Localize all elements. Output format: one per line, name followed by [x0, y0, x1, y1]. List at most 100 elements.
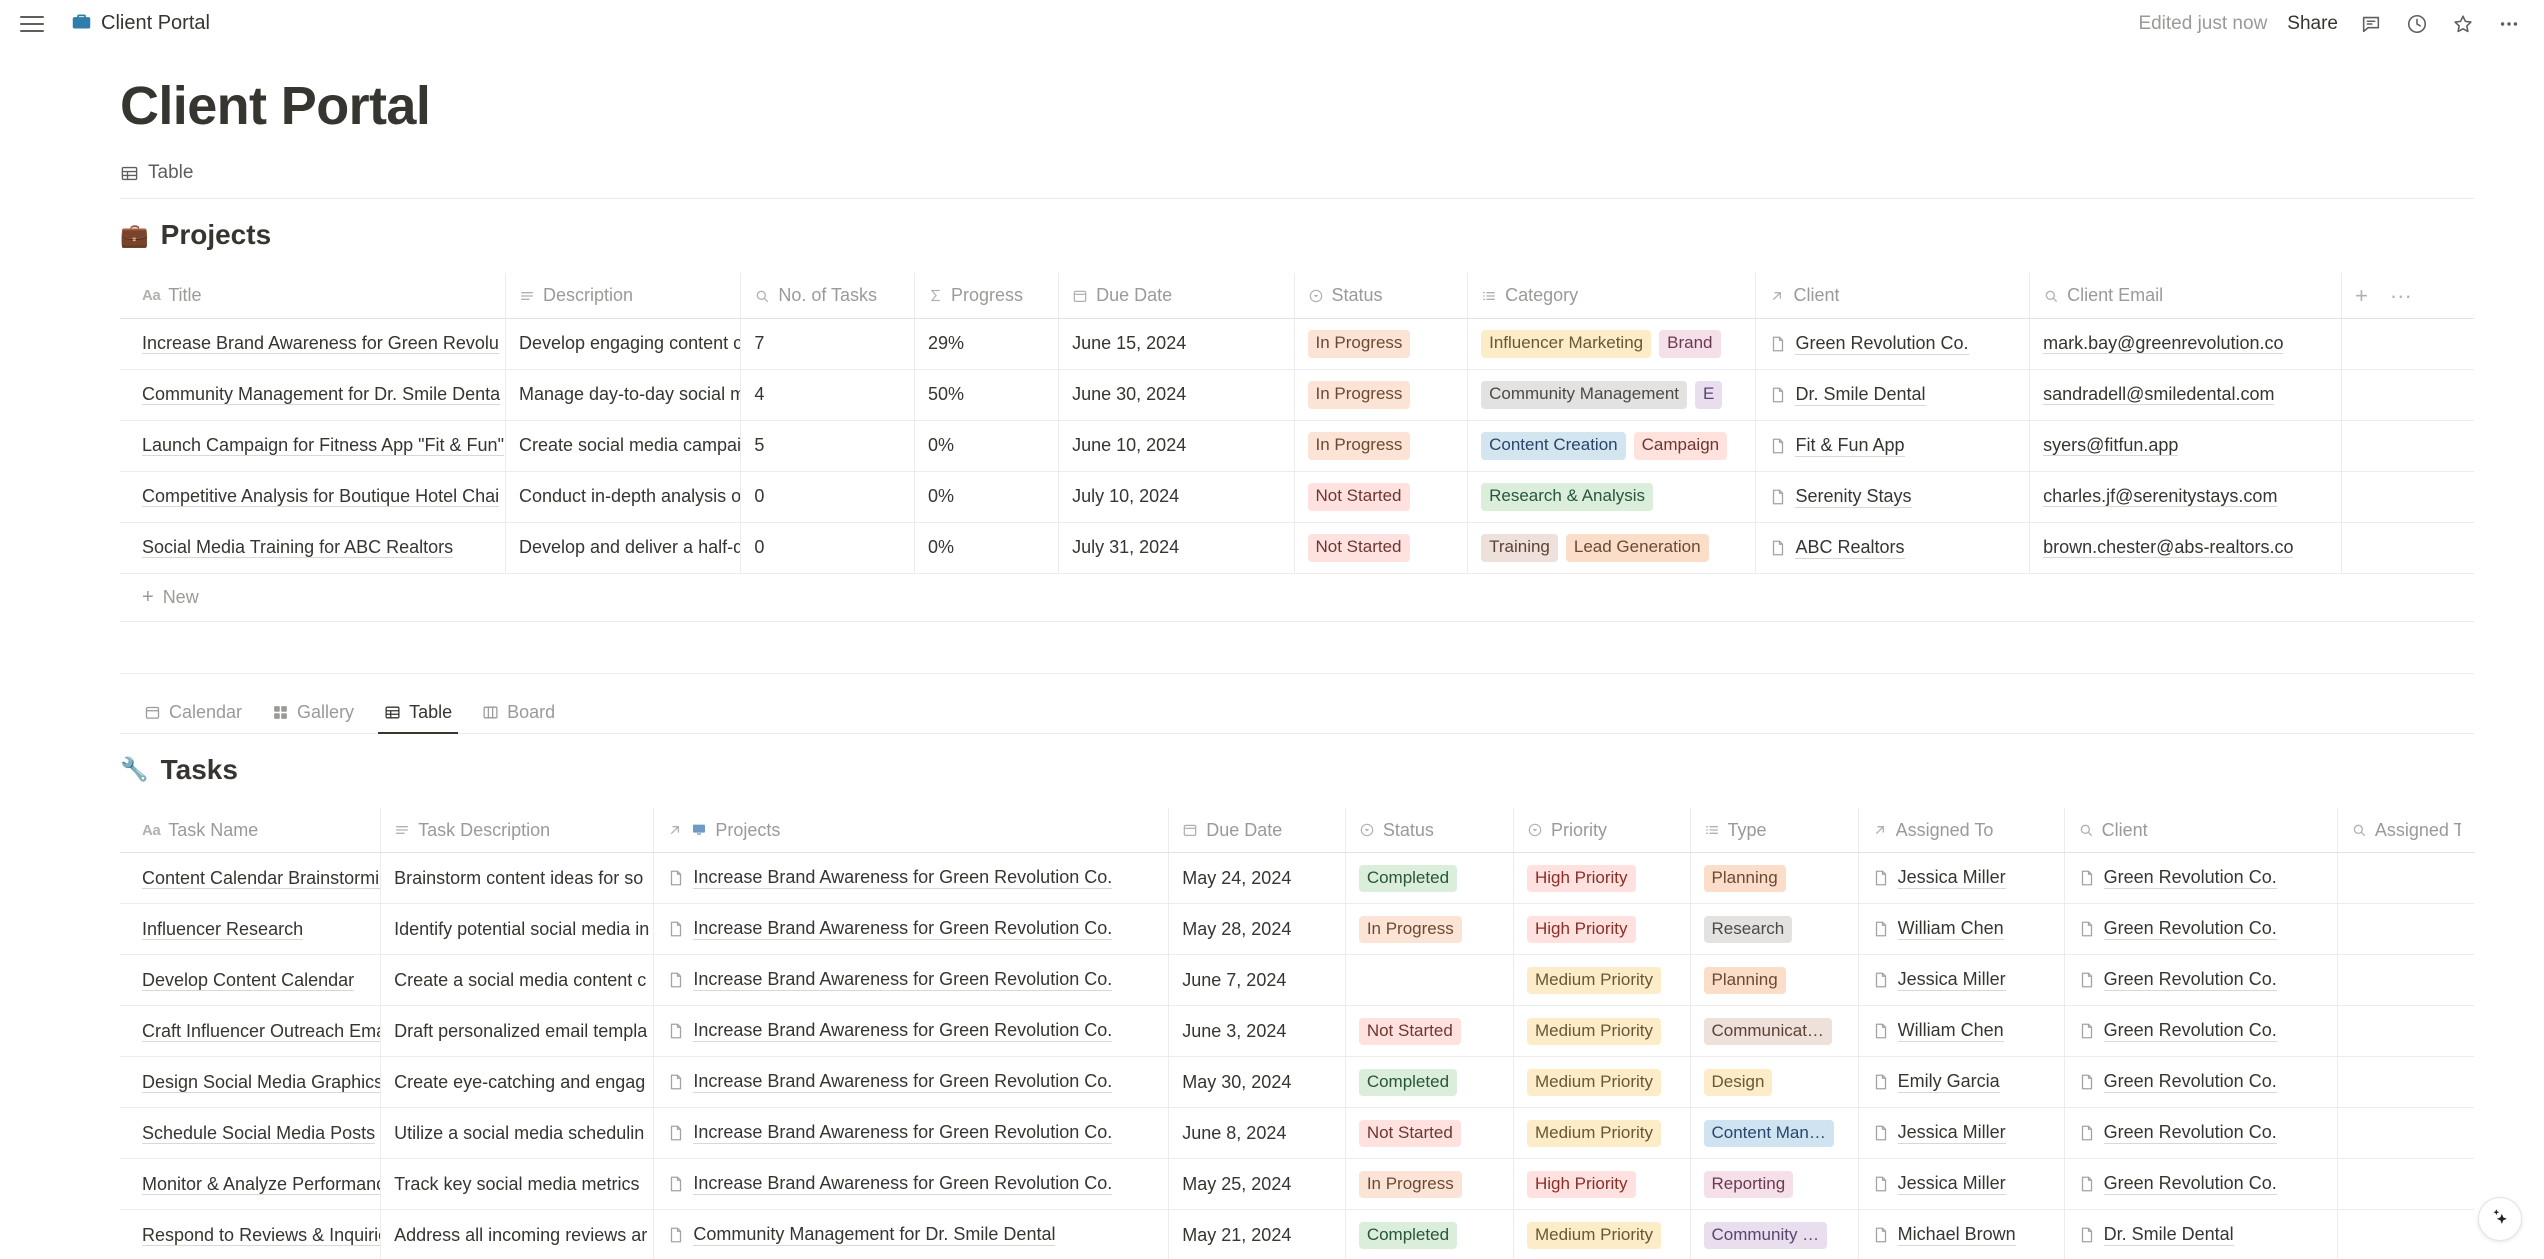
relation-cell[interactable]: Jessica Miller — [1872, 969, 2051, 992]
view-tab-gallery[interactable]: Gallery — [270, 696, 356, 733]
task-description-cell[interactable]: Create a social media content c — [380, 954, 655, 1007]
task-assigned-to-cell[interactable]: Jessica Miller — [1858, 852, 2065, 905]
projects-col-title[interactable]: Aa Title — [120, 273, 506, 319]
task-type-cell[interactable]: Research — [1690, 903, 1859, 956]
tasks-col-due-date[interactable]: Due Date — [1168, 807, 1346, 854]
task-description-cell[interactable]: Address all incoming reviews ar — [380, 1209, 655, 1259]
tag[interactable]: In Progress — [1307, 432, 1411, 460]
tag[interactable]: Medium Priority — [1526, 1017, 1662, 1046]
tag[interactable]: Campaign — [1633, 432, 1728, 460]
tag[interactable]: Planning — [1703, 864, 1786, 893]
project-title-cell[interactable]: Community Management for Dr. Smile Denta — [120, 369, 506, 421]
relation-cell[interactable]: Green Revolution Co. — [2078, 1173, 2324, 1196]
task-client-cell[interactable]: Dr. Smile Dental — [2064, 1209, 2338, 1259]
tag[interactable]: High Priority — [1526, 864, 1636, 893]
relation-cell[interactable]: Increase Brand Awareness for Green Revol… — [667, 1173, 1155, 1196]
task-assigned-to-cell[interactable]: Jessica Miller — [1858, 954, 2065, 1007]
relation-cell[interactable]: Dr. Smile Dental — [2078, 1224, 2324, 1247]
project-client-cell[interactable]: Serenity Stays — [1755, 471, 2031, 523]
task-project-cell[interactable]: Increase Brand Awareness for Green Revol… — [653, 903, 1170, 956]
table-row[interactable]: Design Social Media Graphics Create eye-c… — [120, 1056, 2474, 1109]
relation-cell[interactable]: Green Revolution Co. — [2078, 969, 2324, 992]
task-status-cell[interactable]: In Progress — [1345, 903, 1514, 956]
tasks-col-assigned-to[interactable]: Assigned To — [1858, 807, 2065, 854]
relation-cell[interactable]: Increase Brand Awareness for Green Revol… — [667, 969, 1155, 992]
projects-col-category[interactable]: Category — [1467, 273, 1757, 319]
relation-cell[interactable]: Increase Brand Awareness for Green Revol… — [667, 1122, 1155, 1145]
add-column-button[interactable]: + — [2355, 283, 2368, 309]
projects-col-client[interactable]: Client — [1755, 273, 2031, 319]
project-status-cell[interactable]: In Progress — [1294, 420, 1469, 472]
tag[interactable]: Training — [1481, 534, 1558, 562]
task-priority-cell[interactable]: Medium Priority — [1513, 1056, 1691, 1109]
relation-cell[interactable]: Green Revolution Co. — [2078, 867, 2324, 890]
project-description-cell[interactable]: Manage day-to-day social med — [505, 369, 742, 421]
tasks-col-type[interactable]: Type — [1690, 807, 1859, 854]
tag[interactable]: Medium Priority — [1526, 1068, 1662, 1097]
view-tab-board[interactable]: Board — [480, 696, 557, 733]
relation-cell[interactable]: Increase Brand Awareness for Green Revol… — [667, 1020, 1155, 1043]
relation-cell[interactable]: Green Revolution Co. — [1769, 333, 2016, 355]
tag[interactable]: In Progress — [1307, 381, 1411, 409]
relation-cell[interactable]: Increase Brand Awareness for Green Revol… — [667, 867, 1155, 890]
task-client-cell[interactable]: Green Revolution Co. — [2064, 1005, 2338, 1058]
relation-cell[interactable]: Serenity Stays — [1769, 486, 2016, 508]
task-status-cell[interactable]: Completed — [1345, 1056, 1514, 1109]
share-button[interactable]: Share — [2287, 13, 2338, 35]
project-category-cell[interactable]: Research & Analysis — [1467, 471, 1757, 523]
relation-cell[interactable]: Increase Brand Awareness for Green Revol… — [667, 918, 1155, 941]
relation-cell[interactable]: Dr. Smile Dental — [1769, 384, 2016, 406]
task-type-cell[interactable]: Planning — [1690, 954, 1859, 1007]
breadcrumb-title[interactable]: Client Portal — [101, 12, 210, 35]
tag[interactable]: High Priority — [1526, 915, 1636, 944]
task-name-cell[interactable]: Content Calendar Brainstorming — [120, 852, 382, 905]
tag[interactable]: Lead Generation — [1565, 534, 1709, 562]
task-project-cell[interactable]: Increase Brand Awareness for Green Revol… — [653, 954, 1170, 1007]
project-category-cell[interactable]: Influencer Marketing Brand — [1467, 318, 1757, 370]
task-name-cell[interactable]: Schedule Social Media Posts — [120, 1107, 382, 1160]
project-description-cell[interactable]: Develop and deliver a half-day — [505, 522, 742, 574]
project-description-cell[interactable]: Develop engaging content cale — [505, 318, 742, 370]
project-due-date-cell[interactable]: June 30, 2024 — [1058, 369, 1295, 421]
projects-col-progress[interactable]: Progress — [914, 273, 1060, 319]
task-client-cell[interactable]: Green Revolution Co. — [2064, 903, 2338, 956]
task-client-cell[interactable]: Green Revolution Co. — [2064, 1056, 2338, 1109]
relation-cell[interactable]: Jessica Miller — [1872, 1173, 2051, 1196]
tag[interactable]: Research — [1703, 915, 1793, 944]
task-name-cell[interactable]: Respond to Reviews & Inquiries — [120, 1209, 382, 1259]
relation-cell[interactable]: Green Revolution Co. — [2078, 1020, 2324, 1043]
project-description-cell[interactable]: Conduct in-depth analysis of co — [505, 471, 742, 523]
task-assigned-to-cell[interactable]: William Chen — [1858, 1005, 2065, 1058]
table-row[interactable]: Competitive Analysis for Boutique Hotel … — [120, 471, 2474, 523]
task-description-cell[interactable]: Brainstorm content ideas for so — [380, 852, 655, 905]
tasks-col-status[interactable]: Status — [1345, 807, 1514, 854]
projects-col-description[interactable]: Description — [505, 273, 742, 319]
task-due-date-cell[interactable]: May 30, 2024 — [1168, 1056, 1346, 1109]
project-title-cell[interactable]: Increase Brand Awareness for Green Revol… — [120, 318, 506, 370]
task-assigned-to-cell[interactable]: Michael Brown — [1858, 1209, 2065, 1259]
relation-cell[interactable]: Michael Brown — [1872, 1224, 2051, 1247]
tasks-col-projects[interactable]: Projects — [653, 807, 1170, 854]
sidebar-toggle-icon[interactable] — [18, 10, 46, 38]
table-row[interactable]: Respond to Reviews & Inquiries Address al… — [120, 1209, 2474, 1259]
task-assigned-to-cell[interactable]: Emily Garcia — [1858, 1056, 2065, 1109]
project-category-cell[interactable]: Content Creation Campaign — [1467, 420, 1757, 472]
task-due-date-cell[interactable]: May 24, 2024 — [1168, 852, 1346, 905]
tag[interactable]: Community Management — [1481, 381, 1688, 409]
comment-icon[interactable] — [2358, 11, 2384, 37]
tag[interactable]: Brand — [1659, 330, 1721, 358]
tag[interactable]: Planning — [1703, 966, 1786, 995]
task-description-cell[interactable]: Identify potential social media in — [380, 903, 655, 956]
task-name-cell[interactable]: Design Social Media Graphics — [120, 1056, 382, 1109]
task-priority-cell[interactable]: Medium Priority — [1513, 954, 1691, 1007]
task-type-cell[interactable]: Reporting — [1690, 1158, 1859, 1211]
project-due-date-cell[interactable]: July 31, 2024 — [1058, 522, 1295, 574]
task-name-cell[interactable]: Monitor & Analyze Performance — [120, 1158, 382, 1211]
tag[interactable]: Not Started — [1307, 534, 1410, 562]
task-priority-cell[interactable]: High Priority — [1513, 1158, 1691, 1211]
tag[interactable]: Content Man… — [1703, 1119, 1834, 1148]
task-name-cell[interactable]: Influencer Research — [120, 903, 382, 956]
table-row[interactable]: Craft Influencer Outreach Emails Draft pe… — [120, 1005, 2474, 1058]
task-name-cell[interactable]: Develop Content Calendar — [120, 954, 382, 1007]
tag[interactable]: In Progress — [1358, 1170, 1462, 1199]
